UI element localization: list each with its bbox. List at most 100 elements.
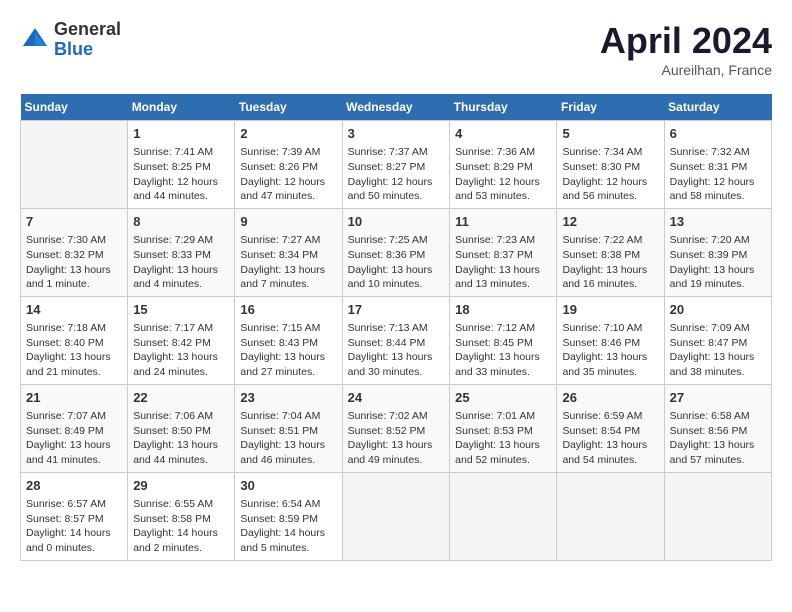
day-number: 17 [348,301,445,319]
cell-content: 3 Sunrise: 7:37 AM Sunset: 8:27 PM Daylig… [348,125,445,204]
calendar-cell: 20 Sunrise: 7:09 AM Sunset: 8:47 PM Dayli… [664,296,771,384]
cell-content: 21Sunrise: 7:07 AM Sunset: 8:49 PM Dayli… [26,389,122,468]
cell-info: Sunrise: 7:30 AM Sunset: 8:32 PM Dayligh… [26,233,122,292]
cell-info: Sunrise: 7:17 AM Sunset: 8:42 PM Dayligh… [133,321,229,380]
cell-content: 26Sunrise: 6:59 AM Sunset: 8:54 PM Dayli… [562,389,658,468]
calendar-cell: 24Sunrise: 7:02 AM Sunset: 8:52 PM Dayli… [342,384,450,472]
calendar-cell: 2Sunrise: 7:39 AM Sunset: 8:26 PM Daylig… [235,121,342,209]
column-header-tuesday: Tuesday [235,94,342,121]
cell-content: 27Sunrise: 6:58 AM Sunset: 8:56 PM Dayli… [670,389,766,468]
logo: General Blue [20,20,121,60]
day-number: 12 [562,213,658,231]
calendar-cell: 11Sunrise: 7:23 AM Sunset: 8:37 PM Dayli… [450,208,557,296]
cell-info: Sunrise: 7:22 AM Sunset: 8:38 PM Dayligh… [562,233,658,292]
calendar-cell: 29 Sunrise: 6:55 AM Sunset: 8:58 PM Dayli… [128,472,235,560]
week-row-1: 1Sunrise: 7:41 AM Sunset: 8:25 PM Daylig… [21,121,772,209]
calendar-cell: 15Sunrise: 7:17 AM Sunset: 8:42 PM Dayli… [128,296,235,384]
day-number: 3 [348,125,445,143]
cell-content: 30Sunrise: 6:54 AM Sunset: 8:59 PM Dayli… [240,477,336,556]
cell-content: 7 Sunrise: 7:30 AM Sunset: 8:32 PM Daylig… [26,213,122,292]
cell-info: Sunrise: 7:04 AM Sunset: 8:51 PM Dayligh… [240,409,336,468]
cell-content: 10 Sunrise: 7:25 AM Sunset: 8:36 PM Dayli… [348,213,445,292]
cell-info: Sunrise: 7:37 AM Sunset: 8:27 PM Dayligh… [348,145,445,204]
cell-content: 2Sunrise: 7:39 AM Sunset: 8:26 PM Daylig… [240,125,336,204]
calendar-cell: 22Sunrise: 7:06 AM Sunset: 8:50 PM Dayli… [128,384,235,472]
cell-content: 19Sunrise: 7:10 AM Sunset: 8:46 PM Dayli… [562,301,658,380]
cell-info: Sunrise: 7:13 AM Sunset: 8:44 PM Dayligh… [348,321,445,380]
cell-content: 24Sunrise: 7:02 AM Sunset: 8:52 PM Dayli… [348,389,445,468]
day-number: 11 [455,213,551,231]
calendar-cell: 3 Sunrise: 7:37 AM Sunset: 8:27 PM Daylig… [342,121,450,209]
calendar-cell: 1Sunrise: 7:41 AM Sunset: 8:25 PM Daylig… [128,121,235,209]
cell-info: Sunrise: 7:34 AM Sunset: 8:30 PM Dayligh… [562,145,658,204]
calendar-cell: 25Sunrise: 7:01 AM Sunset: 8:53 PM Dayli… [450,384,557,472]
cell-content: 22Sunrise: 7:06 AM Sunset: 8:50 PM Dayli… [133,389,229,468]
day-number: 29 [133,477,229,495]
cell-info: Sunrise: 7:41 AM Sunset: 8:25 PM Dayligh… [133,145,229,204]
day-number: 20 [670,301,766,319]
calendar-cell: 6 Sunrise: 7:32 AM Sunset: 8:31 PM Daylig… [664,121,771,209]
cell-info: Sunrise: 7:25 AM Sunset: 8:36 PM Dayligh… [348,233,445,292]
cell-content: 1Sunrise: 7:41 AM Sunset: 8:25 PM Daylig… [133,125,229,204]
cell-info: Sunrise: 7:32 AM Sunset: 8:31 PM Dayligh… [670,145,766,204]
column-header-monday: Monday [128,94,235,121]
cell-content: 6 Sunrise: 7:32 AM Sunset: 8:31 PM Daylig… [670,125,766,204]
cell-content: 8 Sunrise: 7:29 AM Sunset: 8:33 PM Daylig… [133,213,229,292]
page-header: General Blue April 2024 Aureilhan, Franc… [20,20,772,78]
cell-info: Sunrise: 6:59 AM Sunset: 8:54 PM Dayligh… [562,409,658,468]
header-row: SundayMondayTuesdayWednesdayThursdayFrid… [21,94,772,121]
calendar-cell: 13Sunrise: 7:20 AM Sunset: 8:39 PM Dayli… [664,208,771,296]
logo-icon [20,25,50,55]
week-row-3: 14Sunrise: 7:18 AM Sunset: 8:40 PM Dayli… [21,296,772,384]
day-number: 6 [670,125,766,143]
calendar-table: SundayMondayTuesdayWednesdayThursdayFrid… [20,94,772,561]
day-number: 16 [240,301,336,319]
cell-content: 13Sunrise: 7:20 AM Sunset: 8:39 PM Dayli… [670,213,766,292]
calendar-cell: 7 Sunrise: 7:30 AM Sunset: 8:32 PM Daylig… [21,208,128,296]
day-number: 30 [240,477,336,495]
cell-content: 14Sunrise: 7:18 AM Sunset: 8:40 PM Dayli… [26,301,122,380]
column-header-friday: Friday [557,94,664,121]
cell-info: Sunrise: 6:55 AM Sunset: 8:58 PM Dayligh… [133,497,229,556]
calendar-cell: 14Sunrise: 7:18 AM Sunset: 8:40 PM Dayli… [21,296,128,384]
cell-content: 4Sunrise: 7:36 AM Sunset: 8:29 PM Daylig… [455,125,551,204]
calendar-cell: 28Sunrise: 6:57 AM Sunset: 8:57 PM Dayli… [21,472,128,560]
cell-content: 29 Sunrise: 6:55 AM Sunset: 8:58 PM Dayli… [133,477,229,556]
day-number: 10 [348,213,445,231]
day-number: 22 [133,389,229,407]
calendar-cell: 12 Sunrise: 7:22 AM Sunset: 8:38 PM Dayli… [557,208,664,296]
column-header-sunday: Sunday [21,94,128,121]
cell-content: 28Sunrise: 6:57 AM Sunset: 8:57 PM Dayli… [26,477,122,556]
calendar-cell: 19Sunrise: 7:10 AM Sunset: 8:46 PM Dayli… [557,296,664,384]
day-number: 25 [455,389,551,407]
calendar-cell: 21Sunrise: 7:07 AM Sunset: 8:49 PM Dayli… [21,384,128,472]
cell-info: Sunrise: 7:29 AM Sunset: 8:33 PM Dayligh… [133,233,229,292]
day-number: 8 [133,213,229,231]
calendar-cell [664,472,771,560]
cell-content: 5Sunrise: 7:34 AM Sunset: 8:30 PM Daylig… [562,125,658,204]
cell-info: Sunrise: 7:09 AM Sunset: 8:47 PM Dayligh… [670,321,766,380]
calendar-cell [557,472,664,560]
week-row-5: 28Sunrise: 6:57 AM Sunset: 8:57 PM Dayli… [21,472,772,560]
calendar-cell: 5Sunrise: 7:34 AM Sunset: 8:30 PM Daylig… [557,121,664,209]
calendar-cell [342,472,450,560]
cell-info: Sunrise: 7:20 AM Sunset: 8:39 PM Dayligh… [670,233,766,292]
day-number: 24 [348,389,445,407]
title-block: April 2024 Aureilhan, France [600,20,772,78]
cell-info: Sunrise: 6:58 AM Sunset: 8:56 PM Dayligh… [670,409,766,468]
column-header-thursday: Thursday [450,94,557,121]
cell-info: Sunrise: 7:10 AM Sunset: 8:46 PM Dayligh… [562,321,658,380]
calendar-cell: 17 Sunrise: 7:13 AM Sunset: 8:44 PM Dayli… [342,296,450,384]
cell-info: Sunrise: 7:12 AM Sunset: 8:45 PM Dayligh… [455,321,551,380]
cell-content: 25Sunrise: 7:01 AM Sunset: 8:53 PM Dayli… [455,389,551,468]
calendar-cell: 16Sunrise: 7:15 AM Sunset: 8:43 PM Dayli… [235,296,342,384]
cell-content: 11Sunrise: 7:23 AM Sunset: 8:37 PM Dayli… [455,213,551,292]
cell-content: 12 Sunrise: 7:22 AM Sunset: 8:38 PM Dayli… [562,213,658,292]
calendar-cell: 18Sunrise: 7:12 AM Sunset: 8:45 PM Dayli… [450,296,557,384]
day-number: 7 [26,213,122,231]
week-row-4: 21Sunrise: 7:07 AM Sunset: 8:49 PM Dayli… [21,384,772,472]
calendar-cell: 9Sunrise: 7:27 AM Sunset: 8:34 PM Daylig… [235,208,342,296]
cell-info: Sunrise: 7:18 AM Sunset: 8:40 PM Dayligh… [26,321,122,380]
day-number: 2 [240,125,336,143]
logo-general: General [54,20,121,40]
